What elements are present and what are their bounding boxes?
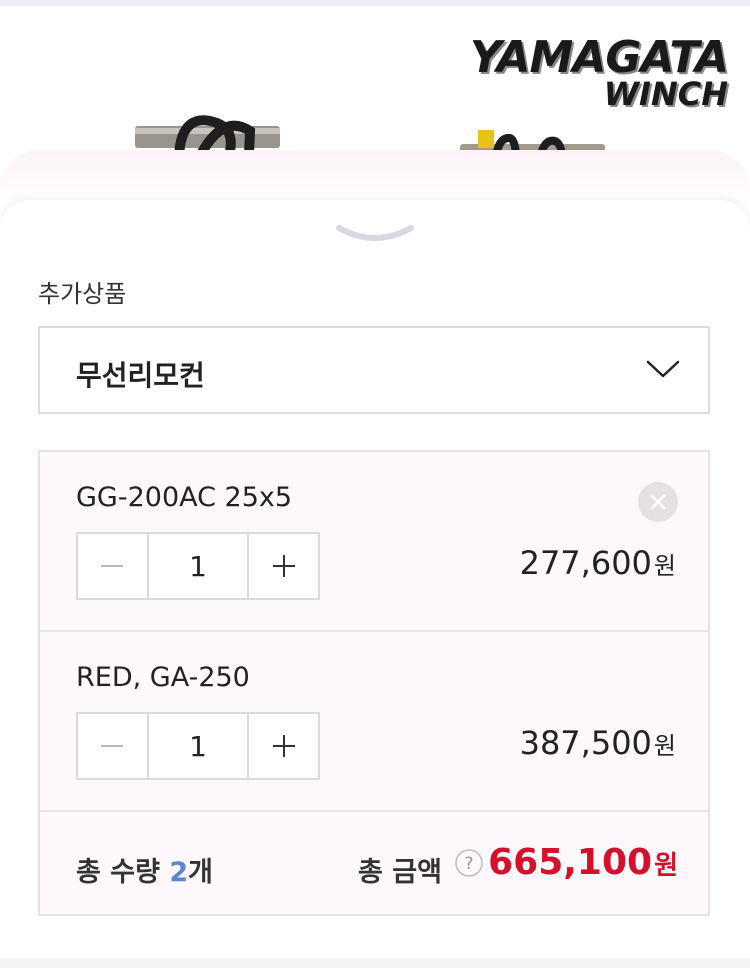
item-price: 387,500원 (520, 724, 676, 762)
quantity-value[interactable]: 1 (146, 534, 250, 598)
order-summary: 총 수량 2개 총 금액 ? 665,100원 (40, 814, 708, 914)
total-quantity-label: 총 수량 (76, 857, 160, 888)
list-item: RED, GA-250 1 387,500원 (40, 632, 708, 812)
chevron-down-handle-icon[interactable] (335, 222, 415, 248)
list-item: GG-200AC 25x5 1 277,600원 (40, 452, 708, 632)
addon-select[interactable]: 무선리모컨 (38, 326, 710, 414)
decrease-button[interactable] (78, 534, 147, 598)
currency-unit: 원 (653, 732, 676, 760)
quantity-stepper: 1 (76, 532, 320, 600)
quantity-value[interactable]: 1 (146, 714, 250, 778)
currency-unit: 원 (654, 851, 678, 881)
increase-button[interactable] (249, 714, 318, 778)
total-amount: 665,100원 (488, 842, 678, 883)
plus-icon (272, 555, 295, 577)
minus-icon (101, 745, 124, 747)
remove-item-button[interactable] (638, 482, 678, 522)
bottom-divider (0, 958, 750, 968)
item-name: RED, GA-250 (76, 662, 250, 693)
total-quantity: 총 수량 2개 (76, 850, 213, 889)
total-amount-label: 총 금액 (358, 857, 442, 888)
question-icon[interactable]: ? (454, 848, 484, 878)
price-value: 277,600 (519, 544, 652, 582)
bottom-sheet: 추가상품 무선리모컨 GG-200AC 25x5 1 277,600원 RED,… (0, 200, 750, 968)
decrease-button[interactable] (78, 714, 147, 778)
selected-items-box: GG-200AC 25x5 1 277,600원 RED, GA-250 1 3… (38, 450, 710, 916)
section-title: 추가상품 (38, 280, 127, 308)
chevron-down-icon (646, 360, 680, 378)
item-name: GG-200AC 25x5 (76, 482, 293, 513)
item-price: 277,600원 (520, 544, 676, 582)
price-value: 387,500 (519, 724, 652, 762)
increase-button[interactable] (249, 534, 318, 598)
total-quantity-unit: 개 (188, 857, 213, 888)
select-value: 무선리모컨 (76, 359, 205, 392)
total-quantity-value: 2 (169, 857, 189, 888)
currency-unit: 원 (653, 552, 676, 580)
minus-icon (101, 565, 124, 567)
brand-name: YAMAGATA (469, 32, 729, 83)
close-icon (650, 494, 666, 510)
quantity-stepper: 1 (76, 712, 320, 780)
plus-icon (272, 735, 295, 757)
brand-logo: YAMAGATA WINCH (469, 32, 729, 111)
total-amount-value: 665,100 (488, 842, 653, 883)
svg-text:?: ? (464, 854, 473, 874)
